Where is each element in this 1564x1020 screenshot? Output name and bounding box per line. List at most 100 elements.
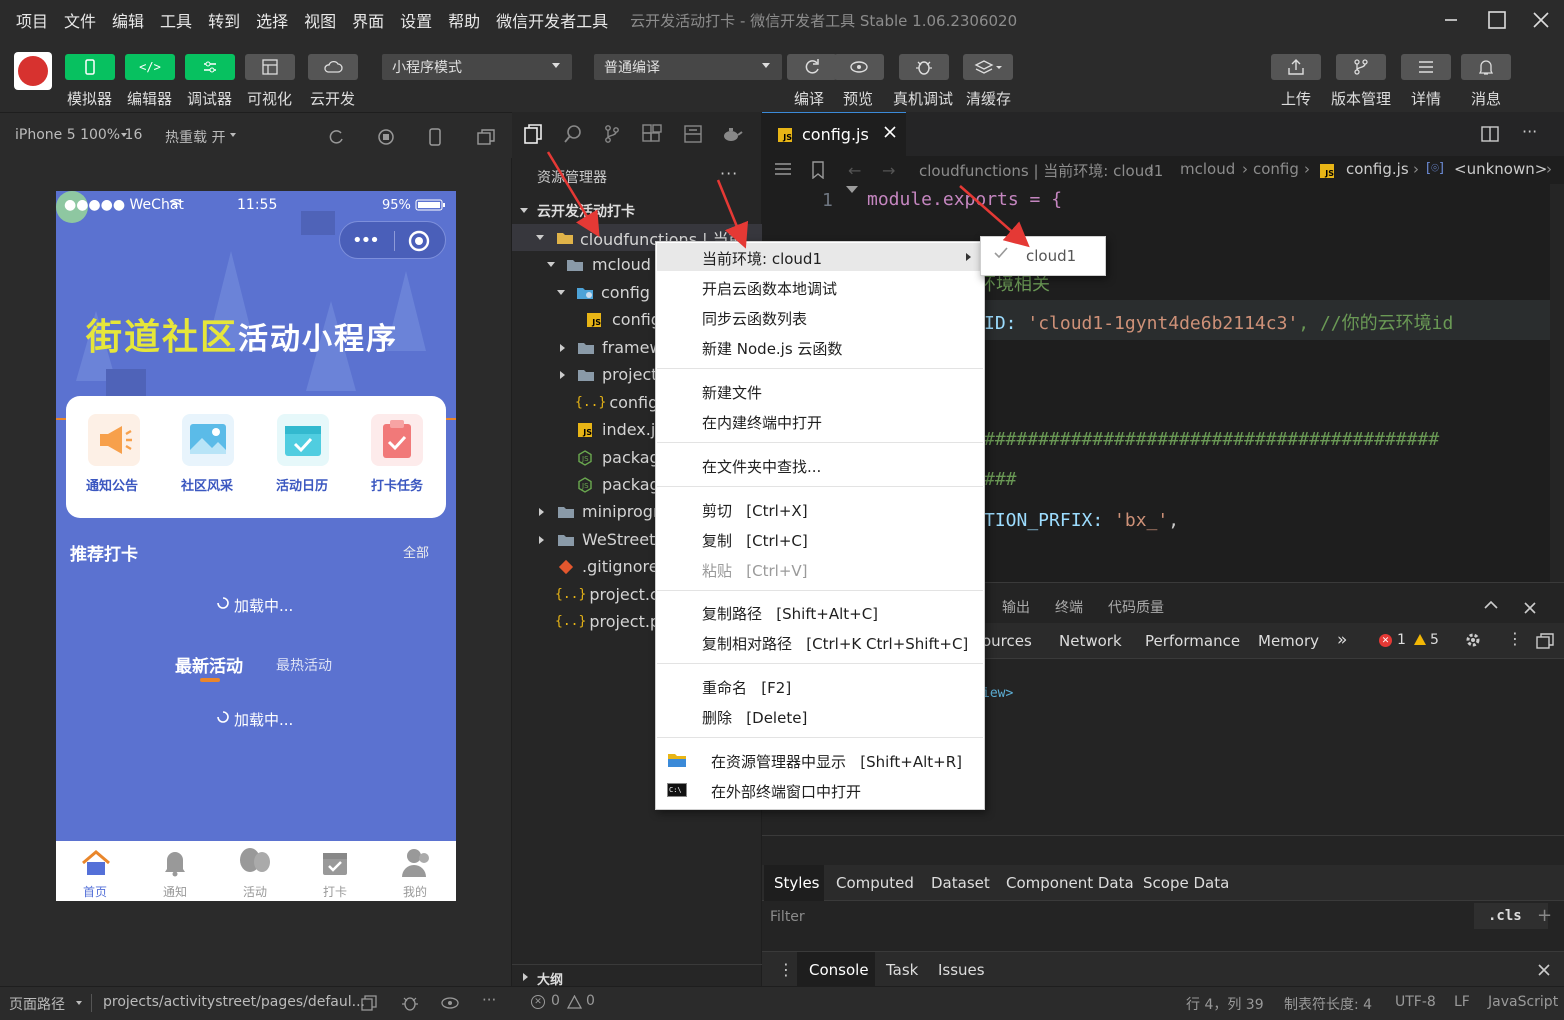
phone-icon[interactable] — [428, 128, 442, 146]
menu-edit[interactable]: 编辑 — [104, 8, 152, 32]
menu-copy[interactable]: 复制 [Ctrl+C] — [702, 528, 808, 552]
tab-hottest[interactable]: 最热活动 — [276, 655, 332, 675]
capsule-menu[interactable]: ••• — [339, 221, 446, 259]
menu-delete[interactable]: 删除 [Delete] — [702, 705, 807, 729]
eye-icon[interactable] — [440, 997, 460, 1009]
quick-task[interactable]: 打卡任务 — [371, 475, 423, 494]
refresh-icon[interactable] — [327, 128, 345, 146]
megaphone-icon[interactable] — [88, 414, 140, 466]
bell-icon[interactable] — [161, 847, 189, 877]
tab-network[interactable]: Network — [1059, 632, 1122, 650]
tab-activity[interactable]: 活动 — [243, 883, 267, 900]
menu-goto[interactable]: 转到 — [200, 8, 248, 32]
extensions-icon[interactable] — [641, 124, 663, 146]
section-more-link[interactable]: 全部 — [403, 542, 429, 561]
more-icon[interactable]: ··· — [1522, 122, 1537, 141]
tab-issues[interactable]: Issues — [938, 961, 985, 979]
quick-notice[interactable]: 通知公告 — [86, 475, 138, 494]
menu-sync-functions[interactable]: 同步云函数列表 — [702, 306, 807, 330]
close-panel-icon[interactable] — [1524, 602, 1536, 614]
menu-wechat-devtools[interactable]: 微信开发者工具 — [488, 8, 616, 32]
fold-icon[interactable] — [846, 186, 858, 193]
menu-new-nodejs-function[interactable]: 新建 Node.js 云函数 — [702, 336, 842, 360]
gear-icon[interactable] — [1464, 631, 1482, 649]
visual-button[interactable] — [245, 54, 295, 80]
tab-checkin[interactable]: 打卡 — [323, 883, 347, 900]
menu-new-file[interactable]: 新建文件 — [702, 380, 762, 404]
dom-tree-node[interactable]: iew> — [982, 686, 1013, 701]
tab-memory[interactable]: Memory — [1258, 632, 1319, 650]
debugger-button[interactable] — [185, 54, 235, 80]
menu-view[interactable]: 视图 — [296, 8, 344, 32]
more-tabs-icon[interactable]: » — [1337, 630, 1347, 650]
search-icon[interactable] — [563, 124, 583, 144]
remote-debug-button[interactable] — [899, 54, 949, 80]
storage-icon[interactable] — [683, 124, 703, 144]
tab-scope-data[interactable]: Scope Data — [1143, 874, 1229, 892]
menu-copy-path[interactable]: 复制路径 [Shift+Alt+C] — [702, 601, 878, 625]
problems-warnings[interactable]: 0 — [586, 993, 595, 1009]
menu-open-external-terminal[interactable]: 在外部终端窗口中打开 — [711, 779, 861, 803]
submenu-env-cloud1[interactable]: cloud1 — [1026, 247, 1076, 265]
panel-tab-terminal[interactable]: 终端 — [1055, 597, 1083, 617]
menu-reveal-in-explorer[interactable]: 在资源管理器中显示 [Shift+Alt+R] — [711, 749, 962, 773]
menu-current-env[interactable]: 当前环境: cloud1 — [702, 246, 822, 270]
git-icon[interactable] — [603, 124, 621, 144]
home-icon[interactable] — [80, 849, 112, 877]
detach-icon[interactable] — [476, 128, 496, 146]
tab-performance[interactable]: Performance — [1145, 632, 1240, 650]
maximize-icon[interactable] — [1474, 0, 1520, 40]
breadcrumb-item[interactable]: config.js — [1346, 160, 1409, 178]
project-root[interactable]: 云开发活动打卡 — [512, 197, 762, 224]
tab-console[interactable]: Console — [809, 961, 869, 979]
copy-icon[interactable] — [361, 995, 377, 1011]
tab-notice[interactable]: 通知 — [163, 883, 187, 900]
close-drawer-icon[interactable] — [1538, 964, 1550, 976]
forward-icon[interactable]: → — [882, 161, 895, 180]
breadcrumb-item[interactable]: mcloud — [1180, 160, 1235, 178]
tab-computed[interactable]: Computed — [836, 874, 914, 892]
filter-input[interactable]: Filter — [770, 909, 805, 925]
menu-cut[interactable]: 剪切 [Ctrl+X] — [702, 498, 808, 522]
menu-find-in-folder[interactable]: 在文件夹中查找... — [702, 454, 821, 478]
cloud-button[interactable] — [308, 54, 358, 80]
kebab-icon[interactable]: ⋮ — [1507, 629, 1523, 648]
teapot-icon[interactable] — [721, 124, 743, 144]
menu-interface[interactable]: 界面 — [344, 8, 392, 32]
tab-task[interactable]: Task — [886, 961, 918, 979]
minimize-icon[interactable] — [1428, 0, 1474, 40]
menu-rename[interactable]: 重命名 [F2] — [702, 675, 791, 699]
breadcrumb-item[interactable]: config — [1253, 160, 1299, 178]
menu-local-debug[interactable]: 开启云函数本地调试 — [702, 276, 837, 300]
outline-section[interactable]: 大纲 — [512, 964, 762, 988]
compile-button[interactable] — [787, 54, 837, 80]
more-icon[interactable]: ••• — [352, 230, 380, 251]
messages-button[interactable] — [1461, 54, 1511, 80]
dock-icon[interactable] — [1535, 632, 1555, 650]
scrollbar[interactable] — [1550, 184, 1564, 582]
menu-settings[interactable]: 设置 — [392, 8, 440, 32]
quick-calendar[interactable]: 活动日历 — [276, 475, 328, 494]
kebab-icon[interactable]: ⋮ — [778, 960, 794, 979]
menu-copy-relative-path[interactable]: 复制相对路径 [Ctrl+K Ctrl+Shift+C] — [702, 631, 968, 655]
chevron-up-icon[interactable] — [1484, 600, 1498, 610]
upload-button[interactable] — [1271, 54, 1321, 80]
encoding[interactable]: UTF-8 — [1395, 994, 1436, 1010]
menu-paste[interactable]: 粘贴 [Ctrl+V] — [702, 558, 808, 582]
tab-home[interactable]: 首页 — [83, 883, 107, 900]
menu-open-terminal[interactable]: 在内建终端中打开 — [702, 410, 822, 434]
more-icon[interactable]: ··· — [720, 164, 738, 183]
breadcrumb-item[interactable]: cloudfunctions | 当前环境: cloud1 — [919, 160, 1163, 181]
tab-size[interactable]: 制表符长度: 4 — [1284, 994, 1372, 1014]
version-button[interactable] — [1336, 54, 1386, 80]
menu-file[interactable]: 文件 — [56, 8, 104, 32]
menu-project[interactable]: 项目 — [8, 8, 56, 32]
tab-mine[interactable]: 我的 — [403, 883, 427, 900]
language-mode[interactable]: JavaScript — [1488, 994, 1558, 1010]
user-icon[interactable] — [400, 847, 432, 877]
stop-icon[interactable] — [377, 128, 395, 146]
editor-button[interactable]: </> — [125, 54, 175, 80]
tab-latest[interactable]: 最新活动 — [175, 652, 243, 677]
menu-tools[interactable]: 工具 — [152, 8, 200, 32]
close-tab-icon[interactable] — [883, 125, 897, 139]
